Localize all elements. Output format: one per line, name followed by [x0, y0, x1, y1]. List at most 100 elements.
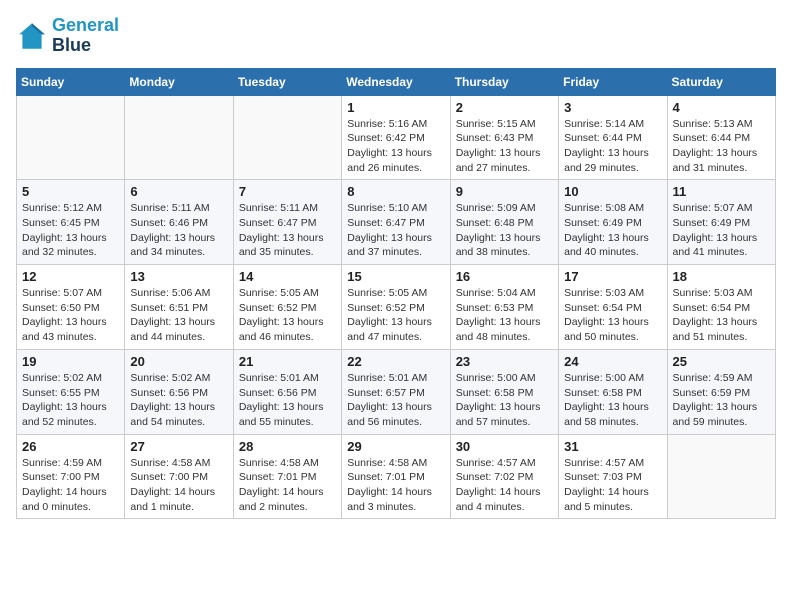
calendar-day-cell: 2 Sunrise: 5:15 AM Sunset: 6:43 PM Daylig… [450, 95, 558, 180]
day-number: 1 [347, 100, 444, 115]
day-info: Sunrise: 5:07 AM Sunset: 6:50 PM Dayligh… [22, 286, 119, 345]
weekday-header: Wednesday [342, 68, 450, 95]
day-info: Sunrise: 5:06 AM Sunset: 6:51 PM Dayligh… [130, 286, 227, 345]
calendar-day-cell: 1 Sunrise: 5:16 AM Sunset: 6:42 PM Daylig… [342, 95, 450, 180]
calendar-day-cell: 24 Sunrise: 5:00 AM Sunset: 6:58 PM Dayli… [559, 349, 667, 434]
day-number: 19 [22, 354, 119, 369]
calendar-day-cell: 22Sunrise: 5:01 AM Sunset: 6:57 PM Dayli… [342, 349, 450, 434]
day-number: 17 [564, 269, 661, 284]
day-info: Sunrise: 4:59 AM Sunset: 6:59 PM Dayligh… [673, 371, 770, 430]
calendar-day-cell: 6Sunrise: 5:11 AM Sunset: 6:46 PM Daylig… [125, 180, 233, 265]
calendar-day-cell: 20 Sunrise: 5:02 AM Sunset: 6:56 PM Dayli… [125, 349, 233, 434]
day-number: 11 [673, 184, 770, 199]
day-number: 23 [456, 354, 553, 369]
calendar-day-cell: 30 Sunrise: 4:57 AM Sunset: 7:02 PM Dayli… [450, 434, 558, 519]
day-info: Sunrise: 5:01 AM Sunset: 6:56 PM Dayligh… [239, 371, 336, 430]
day-info: Sunrise: 5:02 AM Sunset: 6:55 PM Dayligh… [22, 371, 119, 430]
day-info: Sunrise: 4:59 AM Sunset: 7:00 PM Dayligh… [22, 456, 119, 515]
day-info: Sunrise: 5:00 AM Sunset: 6:58 PM Dayligh… [456, 371, 553, 430]
page-header: GeneralBlue [16, 16, 776, 56]
logo-text: GeneralBlue [52, 16, 119, 56]
day-number: 4 [673, 100, 770, 115]
calendar-week-row: 5 Sunrise: 5:12 AM Sunset: 6:45 PM Daylig… [17, 180, 776, 265]
calendar-day-cell: 16Sunrise: 5:04 AM Sunset: 6:53 PM Dayli… [450, 265, 558, 350]
weekday-header: Monday [125, 68, 233, 95]
weekday-header: Saturday [667, 68, 775, 95]
calendar-week-row: 12 Sunrise: 5:07 AM Sunset: 6:50 PM Dayli… [17, 265, 776, 350]
day-info: Sunrise: 4:58 AM Sunset: 7:01 PM Dayligh… [239, 456, 336, 515]
calendar-day-cell: 10Sunrise: 5:08 AM Sunset: 6:49 PM Dayli… [559, 180, 667, 265]
day-info: Sunrise: 5:12 AM Sunset: 6:45 PM Dayligh… [22, 201, 119, 260]
calendar-day-cell: 28 Sunrise: 4:58 AM Sunset: 7:01 PM Dayli… [233, 434, 341, 519]
calendar-day-cell: 12 Sunrise: 5:07 AM Sunset: 6:50 PM Dayli… [17, 265, 125, 350]
day-info: Sunrise: 5:10 AM Sunset: 6:47 PM Dayligh… [347, 201, 444, 260]
day-info: Sunrise: 4:57 AM Sunset: 7:02 PM Dayligh… [456, 456, 553, 515]
day-number: 26 [22, 439, 119, 454]
day-number: 24 [564, 354, 661, 369]
day-info: Sunrise: 4:58 AM Sunset: 7:00 PM Dayligh… [130, 456, 227, 515]
calendar-day-cell: 31 Sunrise: 4:57 AM Sunset: 7:03 PM Dayli… [559, 434, 667, 519]
calendar-day-cell: 18Sunrise: 5:03 AM Sunset: 6:54 PM Dayli… [667, 265, 775, 350]
day-number: 18 [673, 269, 770, 284]
day-info: Sunrise: 5:05 AM Sunset: 6:52 PM Dayligh… [347, 286, 444, 345]
calendar-day-cell: 29 Sunrise: 4:58 AM Sunset: 7:01 PM Dayli… [342, 434, 450, 519]
day-info: Sunrise: 4:57 AM Sunset: 7:03 PM Dayligh… [564, 456, 661, 515]
day-info: Sunrise: 5:07 AM Sunset: 6:49 PM Dayligh… [673, 201, 770, 260]
calendar-day-cell: 27 Sunrise: 4:58 AM Sunset: 7:00 PM Dayli… [125, 434, 233, 519]
calendar-day-cell [667, 434, 775, 519]
day-info: Sunrise: 5:03 AM Sunset: 6:54 PM Dayligh… [564, 286, 661, 345]
day-number: 5 [22, 184, 119, 199]
day-info: Sunrise: 5:16 AM Sunset: 6:42 PM Dayligh… [347, 117, 444, 176]
calendar-day-cell [17, 95, 125, 180]
calendar-day-cell: 25 Sunrise: 4:59 AM Sunset: 6:59 PM Dayli… [667, 349, 775, 434]
day-number: 10 [564, 184, 661, 199]
calendar-day-cell: 5 Sunrise: 5:12 AM Sunset: 6:45 PM Daylig… [17, 180, 125, 265]
weekday-header: Sunday [17, 68, 125, 95]
day-number: 16 [456, 269, 553, 284]
logo: GeneralBlue [16, 16, 119, 56]
calendar-day-cell: 15Sunrise: 5:05 AM Sunset: 6:52 PM Dayli… [342, 265, 450, 350]
day-number: 14 [239, 269, 336, 284]
day-number: 27 [130, 439, 227, 454]
calendar-day-cell: 23 Sunrise: 5:00 AM Sunset: 6:58 PM Dayli… [450, 349, 558, 434]
day-number: 31 [564, 439, 661, 454]
day-number: 13 [130, 269, 227, 284]
calendar-day-cell: 17 Sunrise: 5:03 AM Sunset: 6:54 PM Dayli… [559, 265, 667, 350]
calendar-week-row: 26 Sunrise: 4:59 AM Sunset: 7:00 PM Dayli… [17, 434, 776, 519]
calendar-week-row: 1 Sunrise: 5:16 AM Sunset: 6:42 PM Daylig… [17, 95, 776, 180]
day-info: Sunrise: 5:11 AM Sunset: 6:47 PM Dayligh… [239, 201, 336, 260]
day-info: Sunrise: 5:02 AM Sunset: 6:56 PM Dayligh… [130, 371, 227, 430]
day-number: 20 [130, 354, 227, 369]
weekday-header: Friday [559, 68, 667, 95]
day-info: Sunrise: 5:13 AM Sunset: 6:44 PM Dayligh… [673, 117, 770, 176]
day-number: 25 [673, 354, 770, 369]
day-number: 6 [130, 184, 227, 199]
calendar-day-cell: 14Sunrise: 5:05 AM Sunset: 6:52 PM Dayli… [233, 265, 341, 350]
day-number: 7 [239, 184, 336, 199]
calendar-week-row: 19 Sunrise: 5:02 AM Sunset: 6:55 PM Dayli… [17, 349, 776, 434]
day-number: 28 [239, 439, 336, 454]
logo-icon [16, 20, 48, 52]
day-info: Sunrise: 5:00 AM Sunset: 6:58 PM Dayligh… [564, 371, 661, 430]
calendar-day-cell: 8Sunrise: 5:10 AM Sunset: 6:47 PM Daylig… [342, 180, 450, 265]
day-info: Sunrise: 5:09 AM Sunset: 6:48 PM Dayligh… [456, 201, 553, 260]
calendar-day-cell: 3 Sunrise: 5:14 AM Sunset: 6:44 PM Daylig… [559, 95, 667, 180]
day-info: Sunrise: 5:01 AM Sunset: 6:57 PM Dayligh… [347, 371, 444, 430]
day-number: 3 [564, 100, 661, 115]
calendar-day-cell [233, 95, 341, 180]
calendar-day-cell: 26 Sunrise: 4:59 AM Sunset: 7:00 PM Dayli… [17, 434, 125, 519]
day-info: Sunrise: 4:58 AM Sunset: 7:01 PM Dayligh… [347, 456, 444, 515]
calendar-table: SundayMondayTuesdayWednesdayThursdayFrid… [16, 68, 776, 520]
day-number: 30 [456, 439, 553, 454]
day-number: 12 [22, 269, 119, 284]
calendar-day-cell: 21Sunrise: 5:01 AM Sunset: 6:56 PM Dayli… [233, 349, 341, 434]
day-info: Sunrise: 5:14 AM Sunset: 6:44 PM Dayligh… [564, 117, 661, 176]
weekday-header-row: SundayMondayTuesdayWednesdayThursdayFrid… [17, 68, 776, 95]
calendar-day-cell [125, 95, 233, 180]
calendar-day-cell: 4 Sunrise: 5:13 AM Sunset: 6:44 PM Daylig… [667, 95, 775, 180]
day-number: 2 [456, 100, 553, 115]
calendar-day-cell: 9Sunrise: 5:09 AM Sunset: 6:48 PM Daylig… [450, 180, 558, 265]
day-info: Sunrise: 5:15 AM Sunset: 6:43 PM Dayligh… [456, 117, 553, 176]
day-number: 29 [347, 439, 444, 454]
calendar-day-cell: 11 Sunrise: 5:07 AM Sunset: 6:49 PM Dayli… [667, 180, 775, 265]
